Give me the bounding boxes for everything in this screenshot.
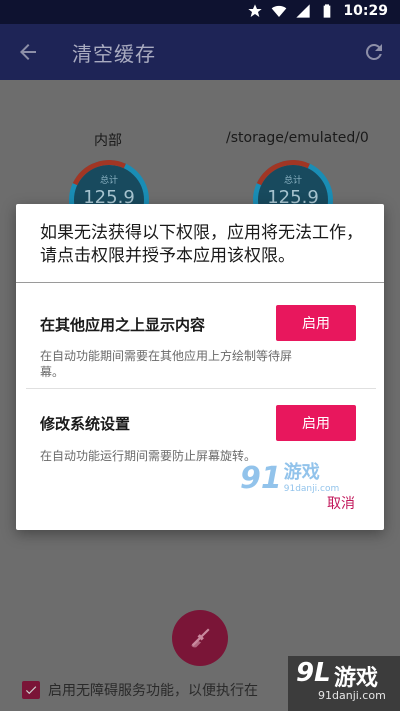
corner-watermark-url: 91danji.com [318, 689, 386, 702]
corner-watermark-logo: 9L [296, 658, 331, 688]
star-icon [248, 4, 263, 17]
check-icon [25, 686, 37, 695]
corner-watermark: 9L 游戏 91danji.com [288, 656, 400, 711]
gauge-label: 总计 [99, 176, 118, 186]
accessibility-label: 启用无障碍服务功能，以便执行在 [48, 683, 258, 699]
status-bar: 10:29 [0, 0, 400, 24]
storage-label-external: /storage/emulated/0 [226, 130, 369, 146]
storage-label-internal: 内部 [94, 133, 122, 149]
enable-overlay-button[interactable]: 启用 [276, 305, 356, 341]
cancel-button[interactable]: 取消 [327, 493, 355, 513]
watermark-url: 91danji.com [283, 484, 340, 494]
clean-fab-button[interactable] [172, 610, 228, 666]
broom-icon [191, 628, 210, 648]
dialog-header: 如果无法获得以下权限，应用将无法工作，请点击权限并授予本应用该权限。 [40, 223, 363, 266]
watermark-logo: 91 游戏 91danji.com [240, 458, 339, 496]
watermark-logo-mark: 91 [240, 461, 282, 496]
permission-title-overlay: 在其他应用之上显示内容 [40, 316, 206, 334]
battery-icon [324, 4, 331, 18]
accessibility-option[interactable]: 启用无障碍服务功能，以便执行在 [22, 680, 258, 700]
status-time: 10:29 [343, 3, 388, 19]
permission-desc-overlay: 在自动功能期间需要在其他应用上方绘制等待屏幕。 [40, 349, 293, 379]
enable-system-settings-button[interactable]: 启用 [276, 405, 356, 441]
arrow-back-icon[interactable] [16, 40, 40, 64]
accessibility-checkbox[interactable] [22, 681, 40, 699]
app-bar: 清空缓存 [0, 24, 400, 80]
cellular-signal-icon [296, 4, 311, 18]
gauge-label: 总计 [283, 176, 302, 186]
corner-watermark-name: 游戏 [334, 666, 379, 691]
page-title: 清空缓存 [72, 42, 156, 66]
status-icons: 10:29 [247, 3, 388, 19]
refresh-icon[interactable] [362, 40, 386, 64]
wifi-icon [272, 5, 287, 17]
permission-title-system-settings: 修改系统设置 [40, 415, 131, 433]
dialog-divider [16, 282, 384, 283]
section-divider [26, 388, 376, 389]
watermark-name: 游戏 [283, 462, 320, 483]
